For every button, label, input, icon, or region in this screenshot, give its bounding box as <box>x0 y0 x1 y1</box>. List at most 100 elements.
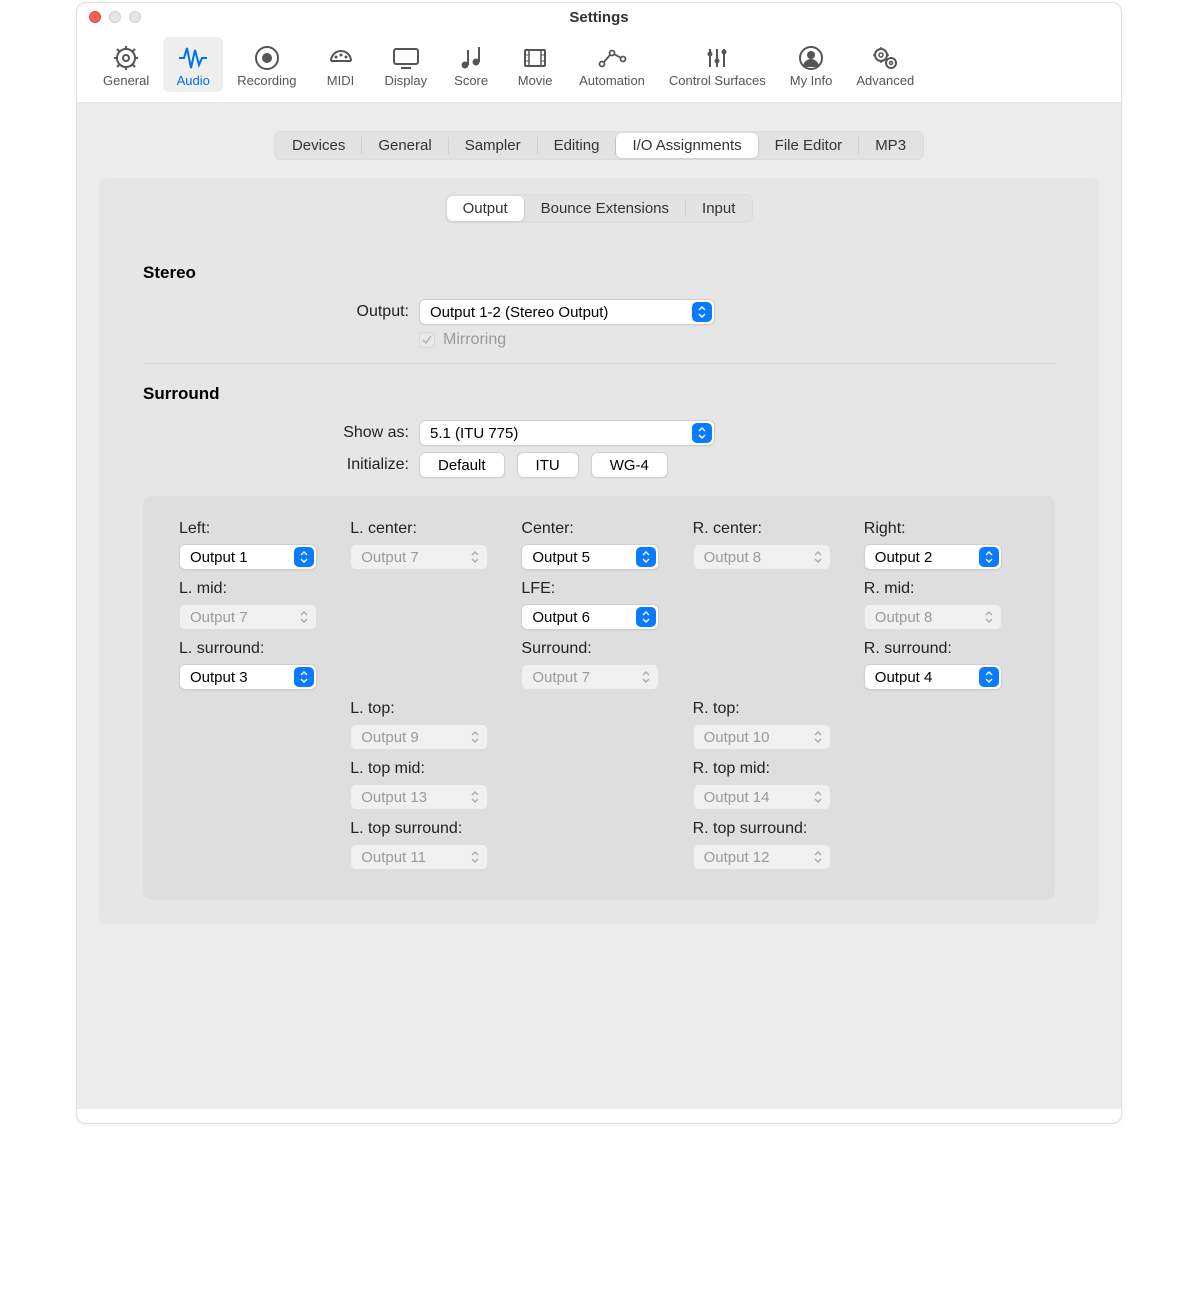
toolbar-control-surfaces[interactable]: Control Surfaces <box>659 37 776 92</box>
channel-value: Output 12 <box>704 849 770 866</box>
tab-editing[interactable]: Editing <box>538 133 616 158</box>
channel-value: Output 8 <box>875 609 933 626</box>
toolbar-score[interactable]: Score <box>441 37 501 92</box>
init-itu-button[interactable]: ITU <box>517 452 579 478</box>
titlebar: Settings <box>77 3 1121 31</box>
channel-r-top-surround: R. top surround: Output 12 <box>693 820 848 870</box>
select-arrow-icon <box>294 547 314 567</box>
tab-devices[interactable]: Devices <box>276 133 361 158</box>
movie-icon <box>522 43 548 73</box>
channel-select[interactable]: Output 6 <box>521 604 659 630</box>
toolbar-label: Automation <box>579 73 645 88</box>
channel-l-center: L. center:Output 7 <box>350 520 505 570</box>
channel-label: R. center: <box>693 520 848 538</box>
channel-label: R. top surround: <box>693 820 848 838</box>
init-wg-4-button[interactable]: WG-4 <box>591 452 668 478</box>
channel-value: Output 13 <box>361 789 427 806</box>
channel-label: Center: <box>521 520 676 538</box>
channel-value: Output 2 <box>875 549 933 566</box>
select-arrow-icon <box>808 847 828 867</box>
channel-select[interactable]: Output 1 <box>179 544 317 570</box>
select-arrow-icon <box>465 847 485 867</box>
tab-general[interactable]: General <box>362 133 447 158</box>
select-arrow-icon <box>979 607 999 627</box>
channel-value: Output 6 <box>532 609 590 626</box>
content-area: DevicesGeneralSamplerEditingI/O Assignme… <box>77 103 1121 1109</box>
stereo-heading: Stereo <box>99 247 1099 293</box>
channel-l-top: L. top:Output 9 <box>350 700 505 750</box>
channel-label: R. top mid: <box>693 760 848 778</box>
stereo-output-value: Output 1-2 (Stereo Output) <box>430 304 608 321</box>
channel-label: R. surround: <box>864 640 1019 658</box>
stereo-output-select[interactable]: Output 1-2 (Stereo Output) <box>419 299 715 325</box>
initialize-buttons: Default ITU WG-4 <box>419 452 680 478</box>
channel-select: Output 7 <box>521 664 659 690</box>
tab-output[interactable]: Output <box>447 196 524 221</box>
toolbar-label: My Info <box>790 73 833 88</box>
channel-select[interactable]: Output 3 <box>179 664 317 690</box>
tab-mp3[interactable]: MP3 <box>859 133 922 158</box>
channel-label: L. top mid: <box>350 760 505 778</box>
display-icon <box>392 43 420 73</box>
toolbar-movie[interactable]: Movie <box>505 37 565 92</box>
show-as-label: Show as: <box>99 424 419 442</box>
select-arrow-icon <box>979 667 999 687</box>
channel-lfe: LFE:Output 6 <box>521 580 676 630</box>
mirroring-checkbox <box>419 332 435 348</box>
toolbar-my-info[interactable]: My Info <box>780 37 843 92</box>
toolbar-automation[interactable]: Automation <box>569 37 655 92</box>
toolbar-midi[interactable]: MIDI <box>311 37 371 92</box>
channel-label: R. mid: <box>864 580 1019 598</box>
show-as-select[interactable]: 5.1 (ITU 775) <box>419 420 715 446</box>
select-arrow-icon <box>808 727 828 747</box>
tab-sampler[interactable]: Sampler <box>449 133 537 158</box>
channel-value: Output 10 <box>704 729 770 746</box>
channel-left: Left: Output 1 <box>179 520 334 570</box>
select-arrow-icon <box>294 667 314 687</box>
channel-select: Output 13 <box>350 784 488 810</box>
channel-r-mid: R. mid: Output 8 <box>864 580 1019 630</box>
channel-label: Surround: <box>521 640 676 658</box>
select-arrow-icon <box>692 423 712 443</box>
channel-value: Output 14 <box>704 789 770 806</box>
channel-value: Output 7 <box>361 549 419 566</box>
channel-value: Output 11 <box>361 849 426 866</box>
channel-value: Output 4 <box>875 669 933 686</box>
channel-value: Output 3 <box>190 669 248 686</box>
channel-select[interactable]: Output 2 <box>864 544 1002 570</box>
channel-label: L. mid: <box>179 580 334 598</box>
channel-select[interactable]: Output 5 <box>521 544 659 570</box>
toolbar-audio[interactable]: Audio <box>163 37 223 92</box>
channel-l-surround: L. surround:Output 3 <box>179 640 334 690</box>
toolbar-advanced[interactable]: Advanced <box>846 37 924 92</box>
score-icon <box>458 43 484 73</box>
toolbar-display[interactable]: Display <box>375 37 438 92</box>
channel-value: Output 7 <box>190 609 248 626</box>
channel-center: Center: Output 5 <box>521 520 676 570</box>
channel-label: L. top surround: <box>350 820 505 838</box>
tab-input[interactable]: Input <box>686 196 751 221</box>
audio-icon <box>178 43 208 73</box>
channel-value: Output 8 <box>704 549 762 566</box>
toolbar-recording[interactable]: Recording <box>227 37 306 92</box>
midi-icon <box>328 43 354 73</box>
surround-channel-grid: Left: Output 1 L. center:Output 7 Center: Ou… <box>143 496 1055 900</box>
io-assignments-panel: OutputBounce ExtensionsInput Stereo Outp… <box>99 178 1099 924</box>
toolbar-general[interactable]: General <box>93 37 159 92</box>
channel-select[interactable]: Output 4 <box>864 664 1002 690</box>
select-arrow-icon <box>465 787 485 807</box>
tab-file-editor[interactable]: File Editor <box>759 133 859 158</box>
window-title: Settings <box>77 9 1121 26</box>
channel-right: Right:Output 2 <box>864 520 1019 570</box>
settings-window: Settings GeneralAudioRecordingMIDIDispla… <box>76 2 1122 1124</box>
tab-i-o-assignments[interactable]: I/O Assignments <box>616 133 757 158</box>
channel-select: Output 10 <box>693 724 831 750</box>
mirroring-label: Mirroring <box>443 331 506 349</box>
channel-select: Output 8 <box>693 544 831 570</box>
select-arrow-icon <box>465 727 485 747</box>
init-default-button[interactable]: Default <box>419 452 505 478</box>
channel-label: R. top: <box>693 700 848 718</box>
tab-bounce-extensions[interactable]: Bounce Extensions <box>525 196 685 221</box>
channel-label: Left: <box>179 520 334 538</box>
select-arrow-icon <box>808 787 828 807</box>
